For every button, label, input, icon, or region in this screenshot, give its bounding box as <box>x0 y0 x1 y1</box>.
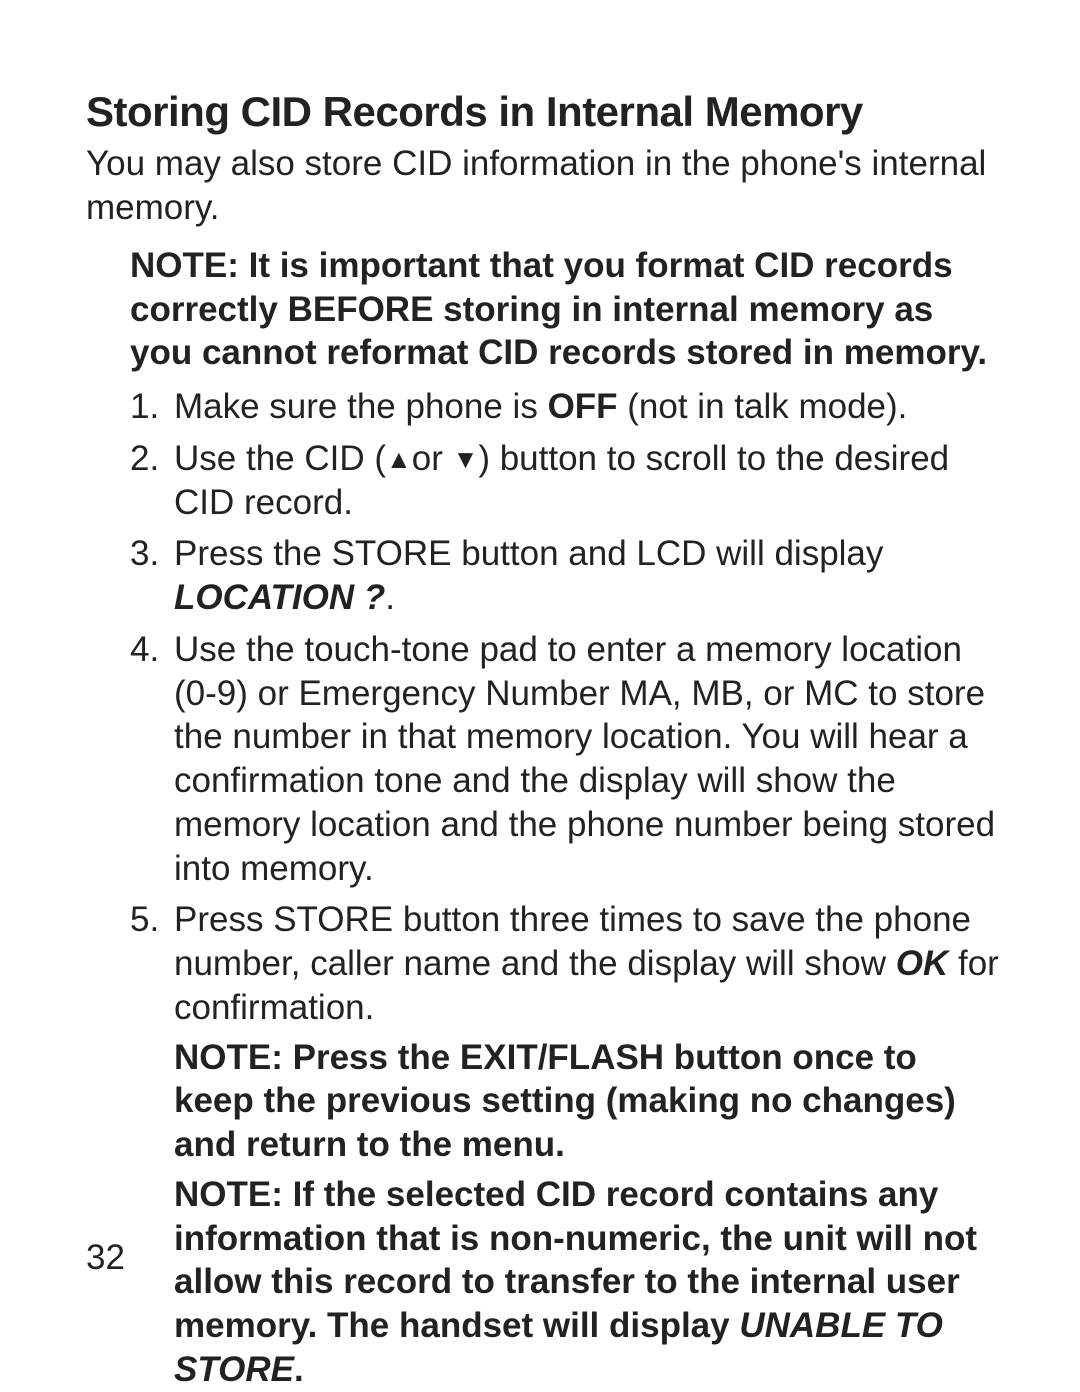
note-unable-b: . <box>294 1350 304 1389</box>
step2-mid: or <box>412 439 453 478</box>
page-title: Storing CID Records in Internal Memory <box>86 88 1000 136</box>
step-4: Use the touch-tone pad to enter a memory… <box>130 628 1000 891</box>
step1-text-b: (not in talk mode). <box>618 387 908 426</box>
manual-page: Storing CID Records in Internal Memory Y… <box>0 0 1080 1374</box>
note-format: NOTE: It is important that you format CI… <box>130 244 1000 375</box>
step2-text-a: Use the CID ( <box>174 439 386 478</box>
step-5: Press STORE button three times to save t… <box>130 898 1000 1391</box>
step5-ok: OK <box>896 944 949 983</box>
note-exit-flash: NOTE: Press the EXIT/FLASH button once t… <box>174 1036 1000 1167</box>
step5-text-a: Press STORE button three times to save t… <box>174 900 971 983</box>
step-3: Press the STORE button and LCD will disp… <box>130 532 1000 620</box>
triangle-down-icon: ▼ <box>453 443 479 476</box>
step3-location: LOCATION ? <box>174 578 385 617</box>
intro-paragraph: You may also store CID information in th… <box>86 142 1000 230</box>
triangle-up-icon: ▲ <box>386 443 412 476</box>
note-unable-store: NOTE: If the selected CID record contain… <box>174 1173 1000 1392</box>
step1-off: OFF <box>548 387 618 426</box>
step1-text-a: Make sure the phone is <box>174 387 548 426</box>
step-2: Use the CID (▲or ▼) button to scroll to … <box>130 437 1000 525</box>
step3-text-b: . <box>385 578 395 617</box>
step-1: Make sure the phone is OFF (not in talk … <box>130 385 1000 429</box>
steps-list: Make sure the phone is OFF (not in talk … <box>130 385 1000 1392</box>
page-number: 32 <box>86 1238 125 1278</box>
step3-text-a: Press the STORE button and LCD will disp… <box>174 534 883 573</box>
